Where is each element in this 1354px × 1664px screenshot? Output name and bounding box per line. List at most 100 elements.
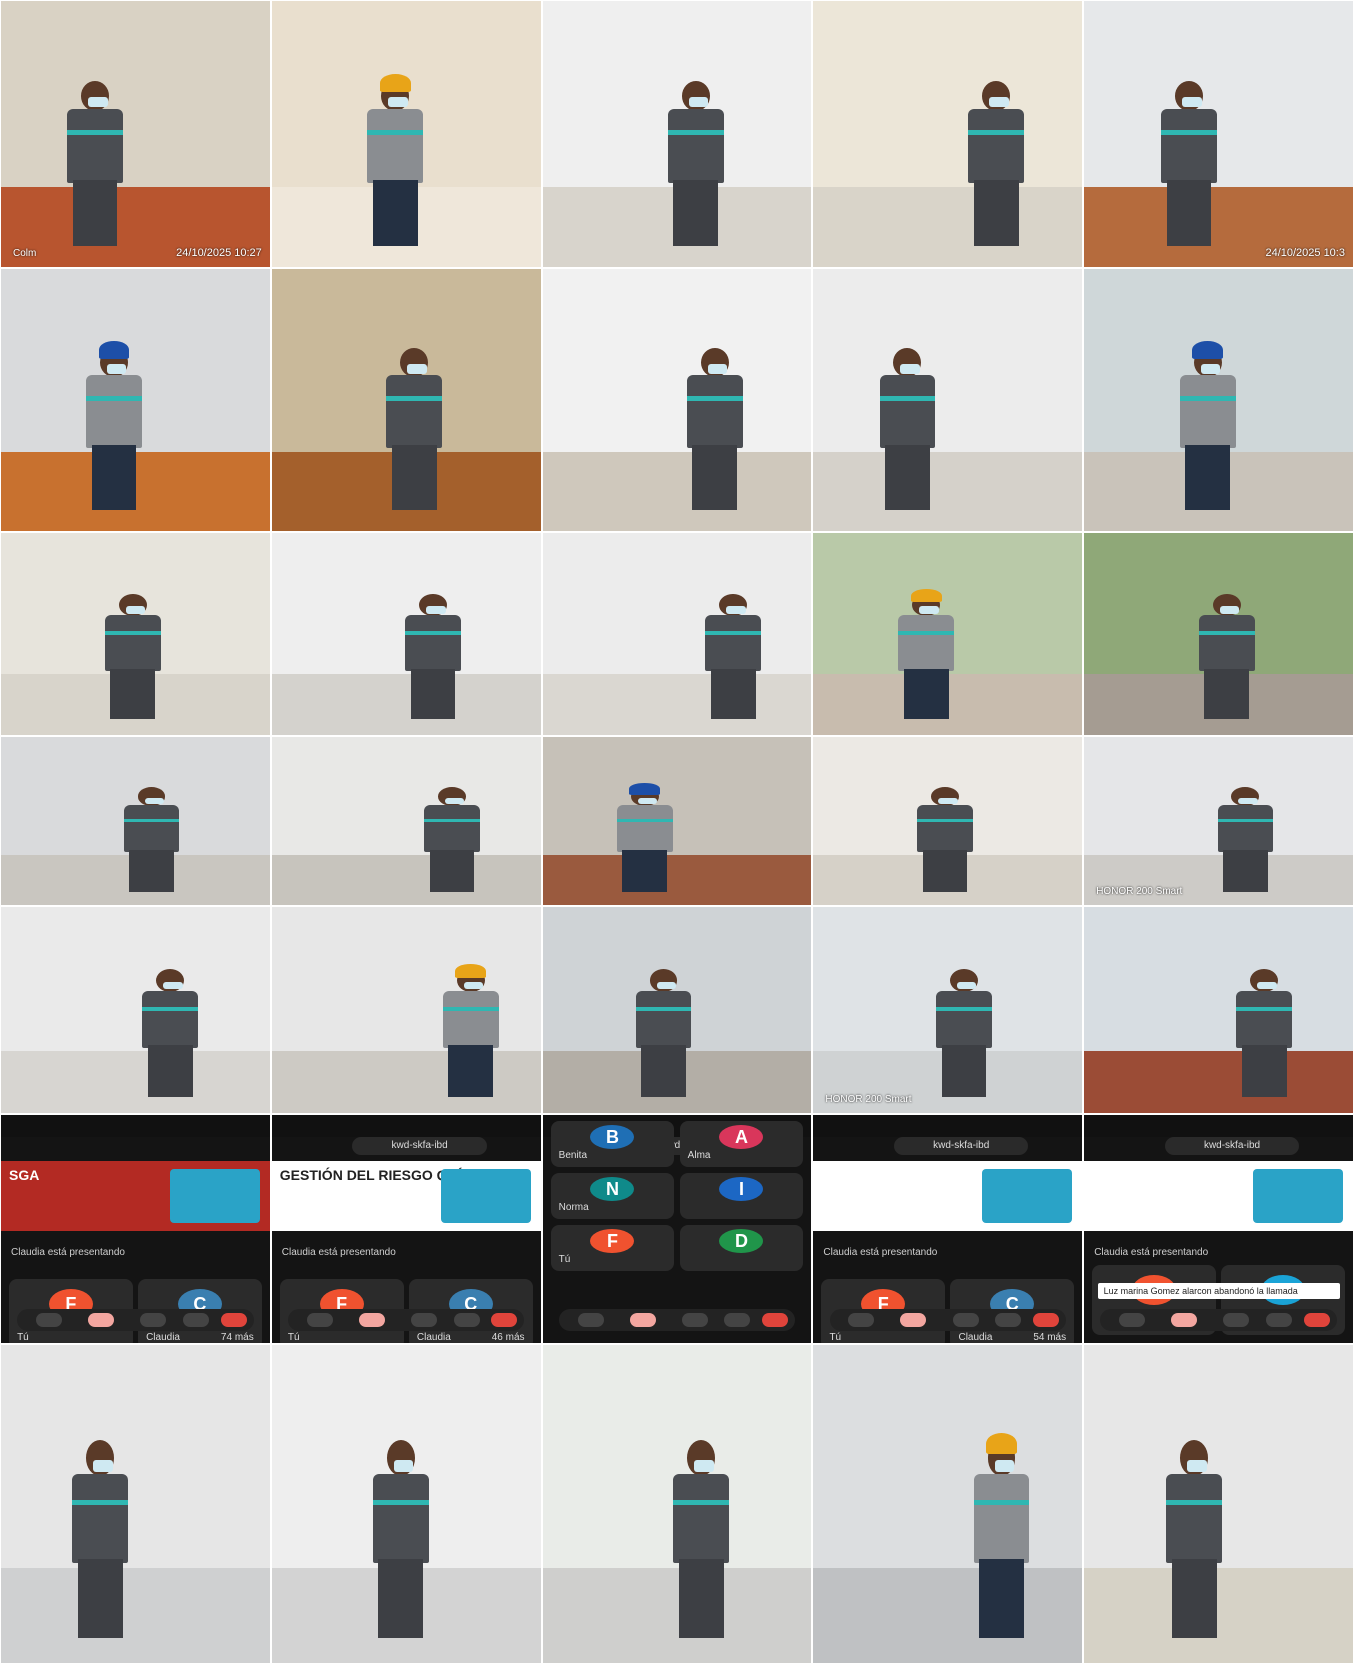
photo-traffic-cone-washing	[541, 736, 813, 906]
worker-legs	[448, 1045, 494, 1097]
worker-uniform	[85, 375, 142, 449]
hang-up-button[interactable]	[220, 1313, 247, 1327]
worker-legs	[903, 668, 949, 719]
hang-up-button[interactable]	[762, 1313, 789, 1327]
video-call-screenshot: kwd-skfa-ibdBBenitaAAlmaNNormaIFTúD	[541, 1114, 813, 1344]
uniform-trim	[85, 396, 142, 402]
photo-outdoor-bin-cleaning	[541, 1344, 813, 1664]
participant-avatar: I	[719, 1177, 764, 1201]
participant-name: Tú	[829, 1332, 842, 1343]
worker-legs	[91, 445, 137, 511]
camera-button[interactable]	[306, 1313, 333, 1327]
uniform-trim	[1161, 130, 1217, 136]
more-button[interactable]	[1265, 1313, 1292, 1327]
camera-button[interactable]	[577, 1313, 604, 1327]
participant-tile[interactable]: B Benita	[550, 1121, 675, 1167]
worker-legs	[1166, 179, 1212, 246]
participant-tile[interactable]: D	[679, 1225, 804, 1271]
worker-uniform	[1179, 375, 1236, 449]
uniform-trim	[673, 1499, 730, 1506]
uniform-trim	[879, 396, 936, 402]
cleaning-worker	[366, 1440, 436, 1638]
hang-up-button[interactable]	[1032, 1313, 1059, 1327]
cleaning-worker	[66, 1440, 136, 1638]
reactions-button[interactable]	[1223, 1313, 1250, 1327]
photo-window-frame-cleaning	[541, 532, 813, 736]
camera-watermark: HONOR 200 Smart	[825, 1094, 912, 1105]
video-call-screenshot: kwd-skfa-ibd Claudia está presentando F Tú C…	[812, 1114, 1084, 1344]
uniform-trim	[935, 1007, 992, 1011]
worker-legs	[711, 668, 756, 719]
face-mask	[88, 97, 108, 108]
worker-uniform	[423, 805, 480, 852]
worker-legs	[678, 1558, 724, 1638]
worker-legs	[429, 849, 475, 892]
reactions-button[interactable]	[140, 1313, 167, 1327]
worker-uniform	[667, 108, 724, 184]
face-mask	[637, 797, 658, 805]
face-mask	[1238, 797, 1259, 805]
participant-name: Tú	[287, 1332, 300, 1343]
participant-tile[interactable]: N Norma	[550, 1173, 675, 1219]
slide-illustration	[169, 1169, 260, 1223]
reactions-button[interactable]	[681, 1313, 708, 1327]
cleaning-worker	[1159, 1440, 1229, 1638]
hang-up-button[interactable]	[1303, 1313, 1330, 1327]
more-button[interactable]	[182, 1313, 209, 1327]
slide-title: SGA	[9, 1167, 40, 1183]
cleaning-worker	[698, 593, 768, 719]
face-mask	[144, 797, 165, 805]
cleaning-worker	[360, 74, 430, 246]
camera-button[interactable]	[848, 1313, 875, 1327]
meeting-code: kwd-skfa-ibd	[894, 1137, 1029, 1155]
worker-uniform	[372, 1473, 429, 1563]
mic-button[interactable]	[900, 1313, 927, 1327]
worker-uniform	[72, 1473, 129, 1563]
call-controls	[17, 1309, 254, 1331]
face-mask	[93, 1460, 113, 1472]
photo-air-conditioner-cleaning	[812, 0, 1084, 268]
worker-legs	[692, 445, 737, 511]
face-mask	[426, 606, 446, 614]
face-mask	[444, 797, 465, 805]
reactions-button[interactable]	[952, 1313, 979, 1327]
worker-legs	[391, 445, 437, 511]
worker-legs	[885, 445, 930, 511]
call-controls	[287, 1309, 525, 1331]
participant-tile[interactable]: A Alma	[679, 1121, 804, 1167]
participant-tile[interactable]: I	[679, 1173, 804, 1219]
face-mask	[388, 97, 408, 108]
more-button[interactable]	[724, 1313, 751, 1327]
camera-button[interactable]	[36, 1313, 63, 1327]
reactions-button[interactable]	[410, 1313, 437, 1327]
worker-uniform	[367, 108, 424, 184]
worker-uniform	[968, 108, 1025, 184]
mic-button[interactable]	[1171, 1313, 1198, 1327]
face-mask	[938, 797, 958, 805]
mic-button[interactable]	[358, 1313, 385, 1327]
participant-tile[interactable]: F Tú	[550, 1225, 675, 1271]
floor	[813, 1567, 1083, 1663]
worker-uniform	[405, 614, 461, 672]
shared-slide: GESTIÓN DEL RIESGO QUÍMICO	[271, 1161, 541, 1231]
camera-button[interactable]	[1119, 1313, 1146, 1327]
face-mask	[694, 1460, 714, 1472]
participant-count: 54 más	[1033, 1332, 1067, 1343]
mic-button[interactable]	[88, 1313, 115, 1327]
worker-uniform	[1236, 990, 1293, 1048]
photo-sidewalk-fence-washing	[1083, 906, 1354, 1114]
safety-helmet	[455, 963, 487, 978]
mic-button[interactable]	[629, 1313, 656, 1327]
uniform-trim	[973, 1499, 1030, 1506]
participant-name: Alma	[687, 1150, 711, 1161]
safety-helmet	[380, 74, 411, 93]
cleaning-worker	[79, 341, 149, 511]
participant-avatar: B	[590, 1125, 635, 1149]
more-button[interactable]	[995, 1313, 1022, 1327]
photo-timestamp: 24/10/2025 10:27	[176, 247, 262, 259]
photo-tv-screen-cleaning	[270, 532, 542, 736]
presenting-label: Claudia está presentando	[1094, 1247, 1209, 1258]
participant-name: Claudia	[146, 1332, 180, 1343]
more-button[interactable]	[453, 1313, 480, 1327]
hang-up-button[interactable]	[491, 1313, 518, 1327]
